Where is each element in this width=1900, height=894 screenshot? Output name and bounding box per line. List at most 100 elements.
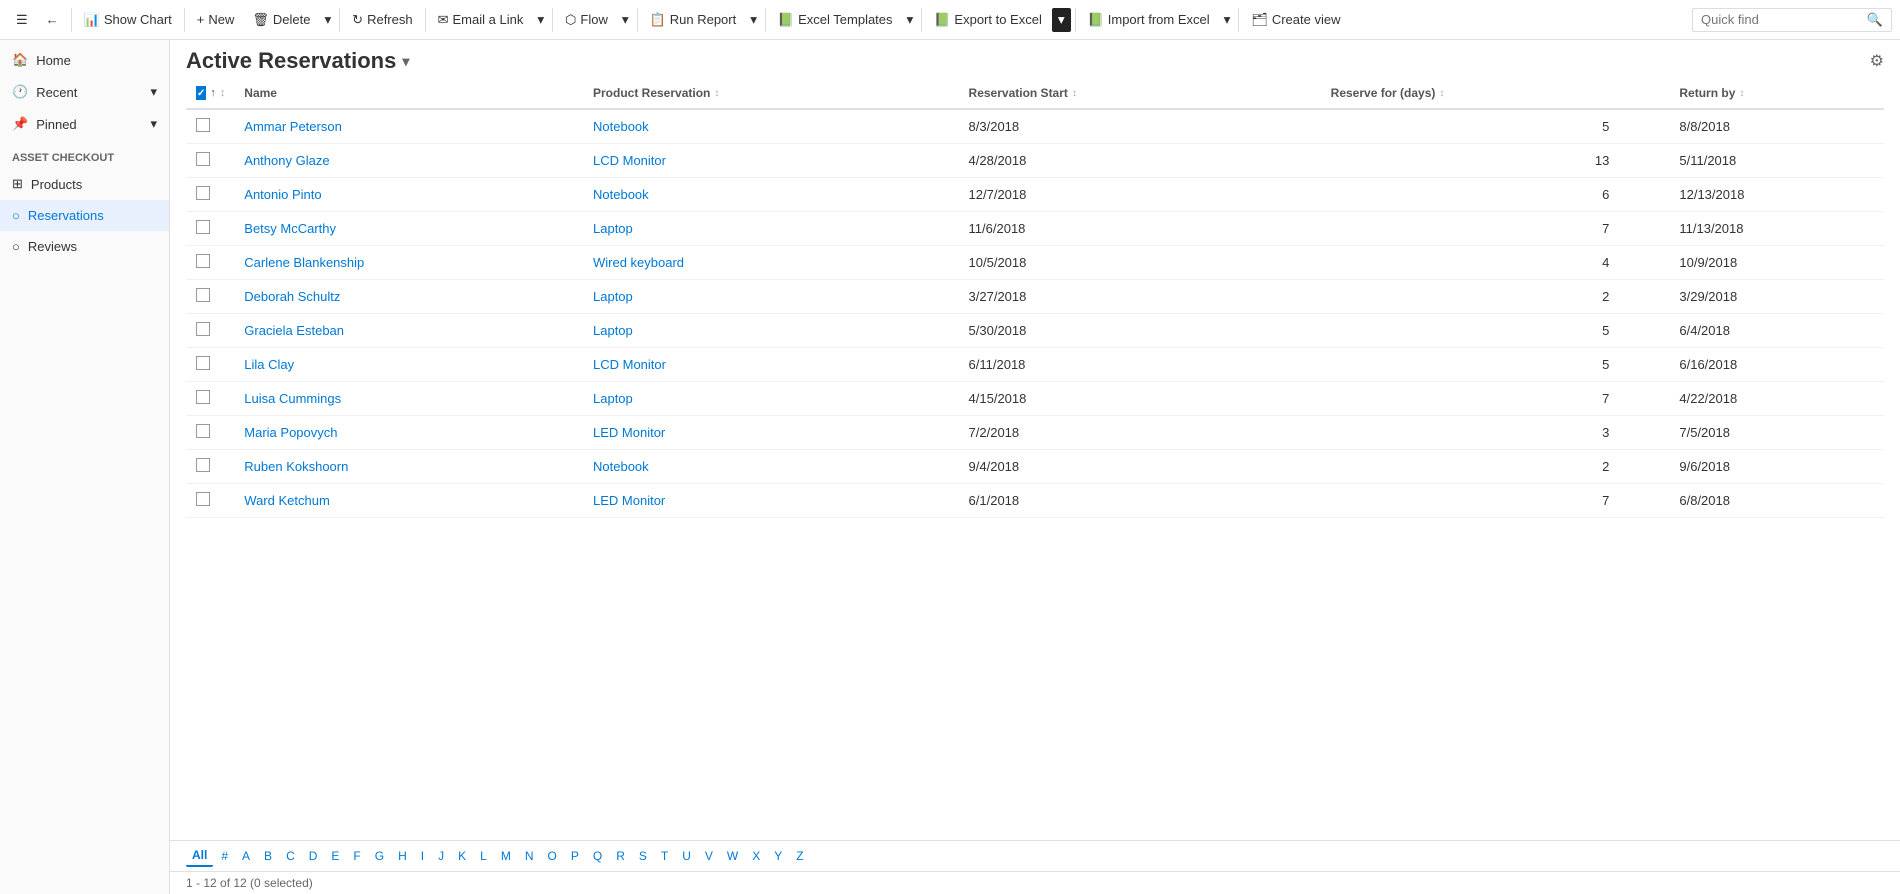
product-link-9[interactable]: LED Monitor (593, 425, 665, 440)
product-link-5[interactable]: Laptop (593, 289, 633, 304)
new-button[interactable]: + New (189, 8, 243, 31)
alpha-btn-c[interactable]: C (280, 846, 301, 866)
alpha-btn-i[interactable]: I (415, 846, 430, 866)
email-link-button[interactable]: ✉ Email a Link (430, 8, 532, 32)
product-link-0[interactable]: Notebook (593, 119, 649, 134)
excel-templates-chevron[interactable]: ▾ (903, 8, 918, 32)
row-product-10[interactable]: Notebook (583, 450, 959, 484)
row-name-1[interactable]: Anthony Glaze (234, 144, 583, 178)
row-check-5[interactable] (186, 280, 234, 314)
row-check-7[interactable] (186, 348, 234, 382)
row-checkbox-7[interactable] (196, 356, 210, 370)
alpha-btn-g[interactable]: G (369, 846, 390, 866)
row-name-10[interactable]: Ruben Kokshoorn (234, 450, 583, 484)
run-report-button[interactable]: 📋 Run Report (642, 8, 745, 32)
row-check-10[interactable] (186, 450, 234, 484)
alpha-btn-a[interactable]: A (236, 846, 256, 866)
row-name-11[interactable]: Ward Ketchum (234, 484, 583, 518)
column-header-return[interactable]: Return by ↕ (1669, 78, 1884, 109)
alpha-btn-d[interactable]: D (303, 846, 324, 866)
alpha-btn-b[interactable]: B (258, 846, 278, 866)
sidebar-home[interactable]: 🏠 Home (0, 44, 169, 76)
row-checkbox-5[interactable] (196, 288, 210, 302)
refresh-button[interactable]: ↻ Refresh (344, 8, 420, 32)
row-product-9[interactable]: LED Monitor (583, 416, 959, 450)
delete-button[interactable]: 🗑 Delete (244, 8, 318, 32)
sidebar-item-products[interactable]: ⊞ Products (0, 168, 169, 200)
column-header-start[interactable]: Reservation Start ↕ (959, 78, 1321, 109)
select-all-checkbox[interactable]: ✓ (196, 86, 206, 100)
alpha-btn-t[interactable]: T (655, 846, 674, 866)
name-sort-toggle[interactable]: ↕ (220, 87, 226, 99)
alpha-btn-all[interactable]: All (186, 845, 213, 867)
row-product-11[interactable]: LED Monitor (583, 484, 959, 518)
flow-button[interactable]: ⬡ Flow (557, 8, 616, 32)
name-link-3[interactable]: Betsy McCarthy (244, 221, 336, 236)
name-link-8[interactable]: Luisa Cummings (244, 391, 341, 406)
name-link-7[interactable]: Lila Clay (244, 357, 294, 372)
row-check-9[interactable] (186, 416, 234, 450)
name-link-9[interactable]: Maria Popovych (244, 425, 337, 440)
alpha-btn-s[interactable]: S (633, 846, 653, 866)
row-product-0[interactable]: Notebook (583, 109, 959, 144)
row-product-2[interactable]: Notebook (583, 178, 959, 212)
alpha-btn-q[interactable]: Q (587, 846, 608, 866)
quick-find-input[interactable] (1701, 12, 1863, 27)
name-link-5[interactable]: Deborah Schultz (244, 289, 340, 304)
name-link-4[interactable]: Carlene Blankenship (244, 255, 364, 270)
row-checkbox-11[interactable] (196, 492, 210, 506)
row-checkbox-10[interactable] (196, 458, 210, 472)
alpha-btn-w[interactable]: W (721, 846, 744, 866)
alpha-btn-k[interactable]: K (452, 846, 472, 866)
row-check-4[interactable] (186, 246, 234, 280)
row-checkbox-0[interactable] (196, 118, 210, 132)
row-check-6[interactable] (186, 314, 234, 348)
name-link-1[interactable]: Anthony Glaze (244, 153, 329, 168)
name-link-10[interactable]: Ruben Kokshoorn (244, 459, 348, 474)
alpha-btn-f[interactable]: F (347, 846, 366, 866)
excel-templates-button[interactable]: 📗 Excel Templates (770, 8, 901, 32)
sidebar-recent[interactable]: 🕐 Recent ▾ (0, 76, 169, 108)
row-checkbox-4[interactable] (196, 254, 210, 268)
report-chevron[interactable]: ▾ (746, 8, 761, 32)
delete-chevron[interactable]: ▾ (320, 8, 335, 32)
alpha-btn-#[interactable]: # (215, 846, 234, 866)
product-link-11[interactable]: LED Monitor (593, 493, 665, 508)
alpha-btn-h[interactable]: H (392, 846, 413, 866)
alpha-btn-v[interactable]: V (699, 846, 719, 866)
row-name-3[interactable]: Betsy McCarthy (234, 212, 583, 246)
view-title-chevron[interactable]: ▾ (402, 53, 409, 70)
name-link-2[interactable]: Antonio Pinto (244, 187, 321, 202)
alpha-btn-m[interactable]: M (495, 846, 517, 866)
alpha-btn-j[interactable]: J (432, 846, 450, 866)
column-header-name[interactable]: Name (234, 78, 583, 109)
row-name-9[interactable]: Maria Popovych (234, 416, 583, 450)
name-link-11[interactable]: Ward Ketchum (244, 493, 330, 508)
product-link-6[interactable]: Laptop (593, 323, 633, 338)
alpha-btn-y[interactable]: Y (768, 846, 788, 866)
row-check-3[interactable] (186, 212, 234, 246)
import-excel-button[interactable]: 📗 Import from Excel (1080, 8, 1218, 32)
import-chevron[interactable]: ▾ (1220, 8, 1235, 32)
row-product-1[interactable]: LCD Monitor (583, 144, 959, 178)
row-product-5[interactable]: Laptop (583, 280, 959, 314)
row-checkbox-1[interactable] (196, 152, 210, 166)
row-check-11[interactable] (186, 484, 234, 518)
row-name-7[interactable]: Lila Clay (234, 348, 583, 382)
export-excel-button[interactable]: 📗 Export to Excel (926, 8, 1050, 32)
back-button[interactable]: ← (38, 8, 67, 31)
row-name-5[interactable]: Deborah Schultz (234, 280, 583, 314)
row-product-7[interactable]: LCD Monitor (583, 348, 959, 382)
row-product-4[interactable]: Wired keyboard (583, 246, 959, 280)
product-link-8[interactable]: Laptop (593, 391, 633, 406)
alpha-btn-z[interactable]: Z (790, 846, 809, 866)
row-name-0[interactable]: Ammar Peterson (234, 109, 583, 144)
create-view-button[interactable]: 🗂 Create view (1243, 8, 1348, 32)
row-name-8[interactable]: Luisa Cummings (234, 382, 583, 416)
row-check-2[interactable] (186, 178, 234, 212)
hamburger-button[interactable]: ☰ (8, 8, 36, 32)
row-checkbox-9[interactable] (196, 424, 210, 438)
alpha-btn-o[interactable]: O (542, 846, 563, 866)
alpha-btn-e[interactable]: E (325, 846, 345, 866)
sidebar-pinned[interactable]: 📌 Pinned ▾ (0, 108, 169, 140)
